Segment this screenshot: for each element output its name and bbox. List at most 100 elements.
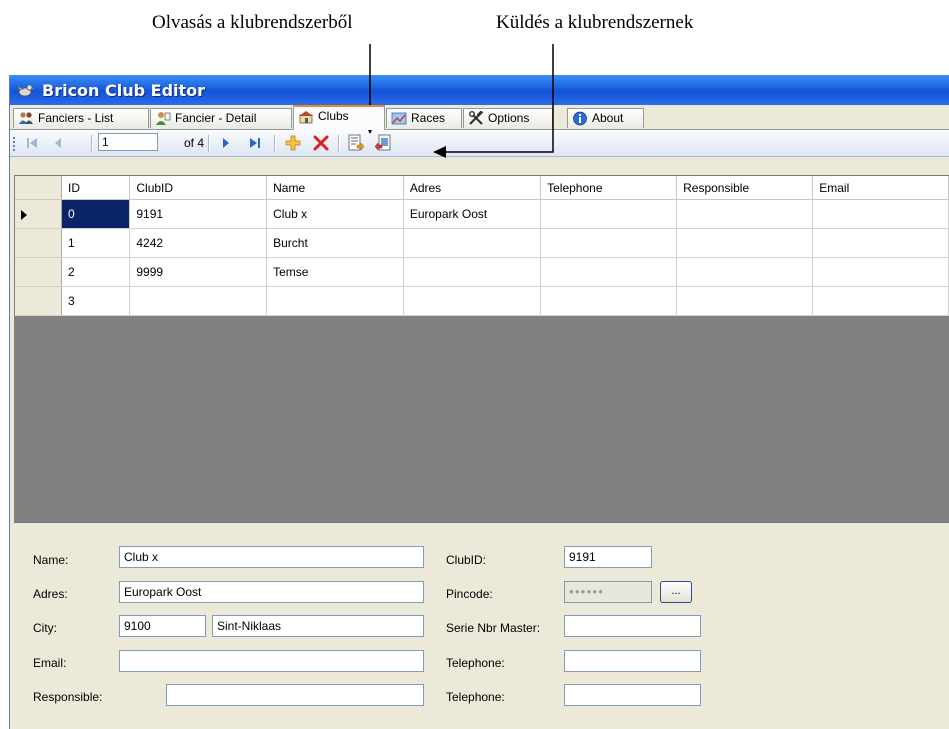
table-cell[interactable]: 9999 bbox=[129, 257, 268, 287]
tab-label: Fanciers - List bbox=[38, 111, 114, 125]
move-next-button[interactable] bbox=[216, 130, 236, 156]
table-cell[interactable] bbox=[540, 286, 678, 316]
table-cell[interactable]: 1 bbox=[61, 228, 131, 258]
tab-label: Clubs bbox=[318, 109, 349, 123]
table-cell[interactable]: Club x bbox=[266, 199, 404, 229]
table-cell[interactable] bbox=[403, 286, 542, 316]
table-cell[interactable] bbox=[812, 257, 949, 287]
table-cell[interactable] bbox=[403, 228, 542, 258]
grid-header-row: ID ClubID Name Adres Telephone Responsib… bbox=[15, 176, 949, 200]
send-to-club-button[interactable] bbox=[372, 130, 394, 156]
first-record-icon bbox=[27, 138, 37, 148]
postcode-field[interactable]: 9100 bbox=[119, 615, 206, 637]
window-title: Bricon Club Editor bbox=[42, 81, 206, 100]
table-cell[interactable]: Temse bbox=[266, 257, 404, 287]
tab-label: Options bbox=[488, 111, 530, 125]
table-cell[interactable]: 2 bbox=[61, 257, 131, 287]
responsible-field[interactable] bbox=[166, 684, 424, 706]
table-cell[interactable]: Burcht bbox=[266, 228, 404, 258]
table-cell[interactable] bbox=[676, 199, 814, 229]
clubs-table: ID ClubID Name Adres Telephone Responsib… bbox=[15, 176, 949, 316]
city-label: City: bbox=[33, 621, 57, 635]
table-row[interactable]: 0 9191 Club x Europark Oost bbox=[15, 199, 949, 229]
email-field[interactable] bbox=[119, 650, 424, 672]
email-label: Email: bbox=[33, 656, 67, 670]
table-cell[interactable]: 4242 bbox=[129, 228, 268, 258]
toolbar-separator bbox=[208, 135, 210, 152]
table-cell[interactable] bbox=[403, 257, 542, 287]
move-first-button[interactable] bbox=[22, 130, 42, 156]
move-last-button[interactable] bbox=[245, 130, 265, 156]
adres-field[interactable]: Europark Oost bbox=[119, 581, 424, 603]
column-header[interactable]: Adres bbox=[403, 176, 542, 200]
column-header[interactable]: Telephone bbox=[540, 176, 678, 200]
add-icon bbox=[285, 135, 301, 151]
last-record-icon bbox=[250, 138, 260, 148]
row-header-corner bbox=[15, 176, 63, 200]
read-from-club-button[interactable] bbox=[345, 130, 367, 156]
tab-about[interactable]: About bbox=[567, 108, 644, 128]
table-row[interactable]: 3 bbox=[15, 286, 949, 316]
tab-clubs[interactable]: Clubs bbox=[293, 105, 385, 130]
column-header[interactable]: Name bbox=[266, 176, 404, 200]
tab-fanciers-list[interactable]: Fanciers - List bbox=[13, 108, 149, 128]
table-cell[interactable]: 0 bbox=[61, 199, 131, 229]
table-cell[interactable] bbox=[676, 257, 814, 287]
adres-label: Adres: bbox=[33, 587, 68, 601]
export-icon bbox=[374, 134, 391, 151]
column-header[interactable]: ClubID bbox=[129, 176, 268, 200]
table-cell[interactable] bbox=[676, 228, 814, 258]
current-row-icon bbox=[21, 209, 27, 220]
table-cell[interactable] bbox=[812, 286, 949, 316]
delete-button[interactable] bbox=[310, 130, 332, 156]
tab-races[interactable]: Races bbox=[386, 108, 462, 128]
column-header[interactable]: ID bbox=[61, 176, 131, 200]
table-cell[interactable] bbox=[129, 286, 268, 316]
column-header[interactable]: Responsible bbox=[676, 176, 814, 200]
add-new-button[interactable] bbox=[282, 130, 304, 156]
record-count: of 4 bbox=[184, 136, 205, 150]
table-cell[interactable] bbox=[676, 286, 814, 316]
telephone-2-field[interactable] bbox=[564, 684, 701, 706]
binding-navigator: 1 of 4 bbox=[10, 130, 949, 157]
table-cell[interactable] bbox=[540, 199, 678, 229]
row-header[interactable] bbox=[15, 257, 63, 287]
city-field[interactable]: Sint-Niklaas bbox=[212, 615, 424, 637]
clubid-field[interactable]: 9191 bbox=[564, 546, 652, 568]
import-icon bbox=[348, 134, 365, 151]
table-cell[interactable]: 3 bbox=[61, 286, 131, 316]
tab-label: About bbox=[592, 111, 624, 125]
row-header[interactable] bbox=[15, 286, 63, 316]
tab-fancier-detail[interactable]: Fancier - Detail bbox=[150, 108, 292, 128]
pincode-field[interactable]: ●●●●●● bbox=[564, 581, 652, 603]
position-input[interactable]: 1 bbox=[98, 133, 158, 151]
user-detail-icon bbox=[156, 112, 171, 125]
table-row[interactable]: 2 9999 Temse bbox=[15, 257, 949, 287]
table-cell[interactable] bbox=[540, 257, 678, 287]
column-header[interactable]: Email bbox=[812, 176, 949, 200]
move-previous-button[interactable] bbox=[48, 130, 68, 156]
send-annotation: Küldés a klubrendszernek bbox=[496, 12, 694, 33]
users-icon bbox=[19, 112, 33, 124]
clubs-grid[interactable]: ID ClubID Name Adres Telephone Responsib… bbox=[14, 175, 949, 523]
name-label: Name: bbox=[33, 553, 69, 567]
telephone-field[interactable] bbox=[564, 650, 701, 672]
table-cell[interactable]: Europark Oost bbox=[403, 199, 542, 229]
previous-record-icon bbox=[55, 138, 61, 148]
info-icon bbox=[573, 111, 587, 126]
tab-options[interactable]: Options bbox=[463, 108, 553, 128]
row-header[interactable] bbox=[15, 228, 63, 258]
table-cell[interactable] bbox=[540, 228, 678, 258]
delete-icon bbox=[313, 135, 329, 151]
serie-nbr-master-field[interactable] bbox=[564, 615, 701, 637]
pigeon-app-icon bbox=[16, 84, 34, 97]
pincode-browse-button[interactable]: ... bbox=[660, 581, 692, 603]
table-cell[interactable] bbox=[812, 199, 949, 229]
serie-nbr-master-label: Serie Nbr Master: bbox=[446, 621, 541, 635]
table-row[interactable]: 1 4242 Burcht bbox=[15, 228, 949, 258]
table-cell[interactable] bbox=[812, 228, 949, 258]
table-cell[interactable]: 9191 bbox=[129, 199, 268, 229]
table-cell[interactable] bbox=[266, 286, 404, 316]
name-field[interactable]: Club x bbox=[119, 546, 424, 568]
row-header[interactable] bbox=[15, 199, 63, 229]
